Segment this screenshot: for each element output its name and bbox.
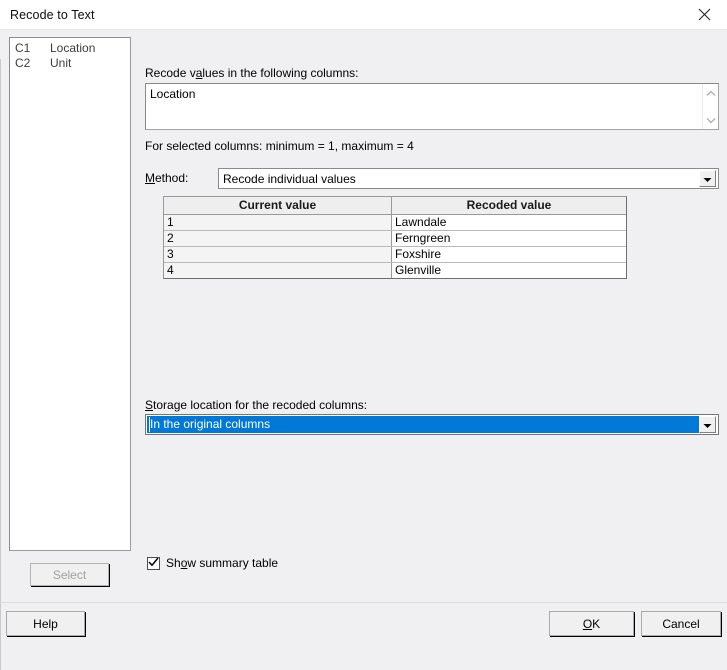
scroll-up-button[interactable] xyxy=(704,86,718,100)
show-summary-table-checkbox-row[interactable]: Show summary table xyxy=(147,555,278,571)
title-bar: Recode to Text xyxy=(0,0,727,30)
cell-recoded-value[interactable]: Ferngreen xyxy=(392,231,626,246)
storage-location-value: In the original columns xyxy=(147,416,699,433)
show-summary-table-label: Show summary table xyxy=(166,556,278,570)
table-row[interactable]: 1 Lawndale xyxy=(164,215,626,231)
ok-label-rest: K xyxy=(592,617,600,631)
column-header-recoded-value: Recoded value xyxy=(392,197,626,214)
columns-scrollbar[interactable] xyxy=(702,84,718,129)
scroll-down-button[interactable] xyxy=(704,113,718,127)
storage-dropdown-arrow[interactable] xyxy=(699,416,716,433)
select-button[interactable]: Select xyxy=(30,563,109,586)
storage-label-rest: torage location for the recoded columns: xyxy=(153,398,367,412)
table-header-row: Current value Recoded value xyxy=(164,197,626,215)
selected-columns-range-note: For selected columns: minimum = 1, maxim… xyxy=(145,139,414,153)
summary-label-suffix: w summary table xyxy=(187,556,278,570)
method-label-rest: ethod: xyxy=(155,171,188,185)
cell-recoded-value[interactable]: Lawndale xyxy=(392,215,626,230)
cell-current-value[interactable]: 2 xyxy=(164,231,392,246)
column-header-current-value: Current value xyxy=(164,197,392,214)
storage-location-dropdown[interactable]: In the original columns xyxy=(145,414,719,435)
text-caret xyxy=(149,417,150,432)
close-icon xyxy=(698,8,711,21)
method-row: Method: Recode individual values xyxy=(145,168,719,189)
recode-columns-label: Recode values in the following columns: xyxy=(145,66,358,81)
ok-label-accel: O xyxy=(583,617,592,631)
cell-current-value[interactable]: 3 xyxy=(164,247,392,262)
chevron-down-icon xyxy=(706,113,716,127)
variable-list[interactable]: C1 Location C2 Unit xyxy=(9,37,131,551)
list-item[interactable]: C1 Location xyxy=(10,41,130,56)
recode-columns-label-suffix: lues in the following columns: xyxy=(202,66,358,80)
table-row[interactable]: 4 Glenville xyxy=(164,263,626,278)
list-item[interactable]: C2 Unit xyxy=(10,56,130,71)
left-edge-divider xyxy=(0,59,1,670)
checkmark-icon xyxy=(148,556,159,570)
summary-label-prefix: Sh xyxy=(166,556,181,570)
footer-divider xyxy=(0,602,727,603)
variable-column-id: C1 xyxy=(15,41,50,56)
dialog-body: C1 Location C2 Unit Select Recode values… xyxy=(0,30,727,641)
method-dropdown[interactable]: Recode individual values xyxy=(218,168,719,189)
cell-current-value[interactable]: 1 xyxy=(164,215,392,230)
method-label: Method: xyxy=(145,171,188,185)
recode-columns-value: Location xyxy=(146,84,718,101)
method-label-accel: M xyxy=(145,171,155,185)
table-body: 1 Lawndale 2 Ferngreen 3 Foxshire 4 Glen… xyxy=(164,215,626,278)
variable-column-id: C2 xyxy=(15,56,50,71)
storage-location-label: Storage location for the recoded columns… xyxy=(145,398,367,412)
window-title: Recode to Text xyxy=(0,8,95,22)
help-button[interactable]: Help xyxy=(6,611,85,636)
chevron-down-icon xyxy=(703,418,712,432)
cancel-button[interactable]: Cancel xyxy=(641,611,721,636)
method-value: Recode individual values xyxy=(219,172,699,186)
chevron-down-icon xyxy=(703,172,712,186)
storage-label-accel: S xyxy=(145,398,153,412)
recode-columns-label-prefix: Recode v xyxy=(145,66,196,80)
storage-location-value-text: In the original columns xyxy=(150,417,270,431)
cell-current-value[interactable]: 4 xyxy=(164,263,392,278)
ok-button[interactable]: OK xyxy=(549,611,634,636)
recode-columns-input[interactable]: Location xyxy=(145,83,719,130)
chevron-up-icon xyxy=(706,86,716,100)
show-summary-table-checkbox[interactable] xyxy=(147,557,160,570)
cell-recoded-value[interactable]: Glenville xyxy=(392,263,626,278)
variable-name: Unit xyxy=(50,56,130,71)
cell-recoded-value[interactable]: Foxshire xyxy=(392,247,626,262)
close-button[interactable] xyxy=(681,0,727,29)
table-row[interactable]: 3 Foxshire xyxy=(164,247,626,263)
variable-name: Location xyxy=(50,41,130,56)
table-row[interactable]: 2 Ferngreen xyxy=(164,231,626,247)
method-dropdown-arrow[interactable] xyxy=(699,170,716,187)
recode-table[interactable]: Current value Recoded value 1 Lawndale 2… xyxy=(163,196,627,279)
